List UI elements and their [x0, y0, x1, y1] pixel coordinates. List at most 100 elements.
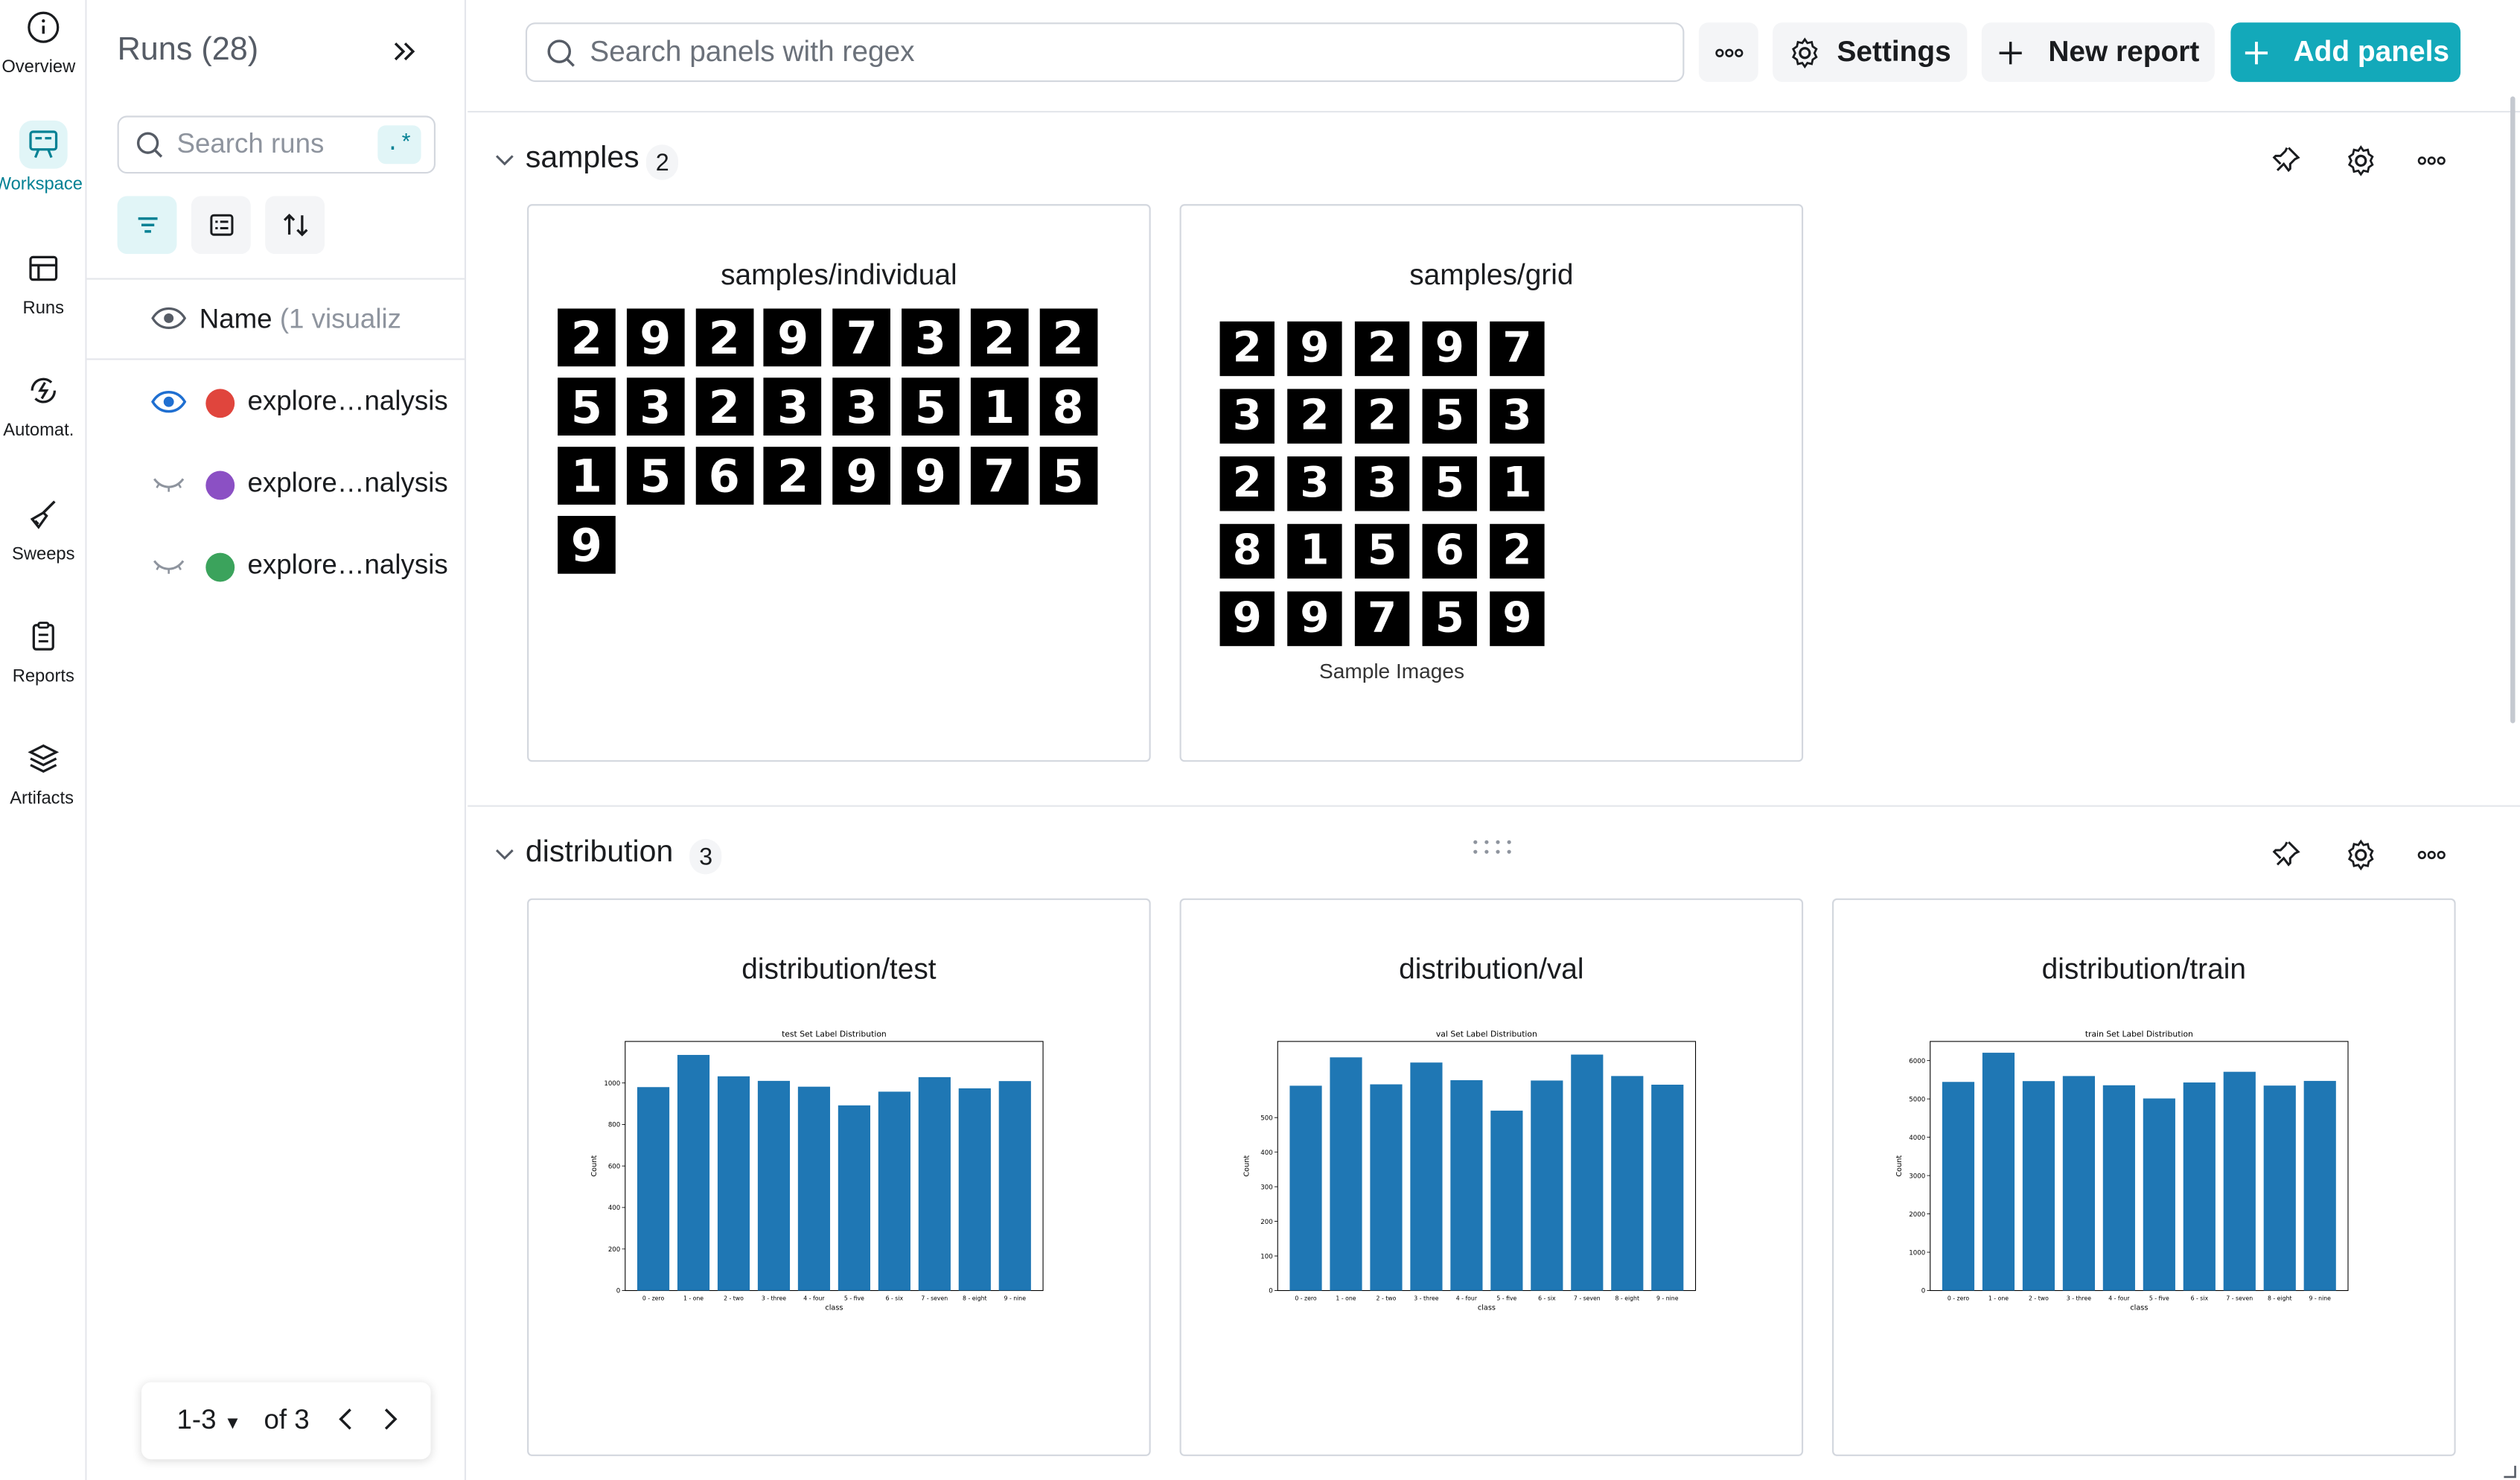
bar [2143, 1098, 2175, 1291]
eye-closed-icon[interactable] [151, 553, 186, 587]
y-tick-label: 800 [608, 1122, 620, 1129]
x-tick-label: 8 - eight [1615, 1295, 1640, 1301]
pin-section-button[interactable] [2268, 143, 2303, 178]
gear-icon [1791, 36, 1818, 68]
bar [637, 1087, 670, 1291]
nav-runs[interactable]: Runs [0, 244, 87, 318]
y-tick-label: 200 [608, 1246, 620, 1254]
bar [717, 1076, 750, 1291]
columns-button[interactable] [191, 196, 251, 255]
panel-distribution-val[interactable]: distribution/val val Set Label Distribut… [1179, 898, 1804, 1456]
new-report-button[interactable]: New report [1981, 22, 2215, 83]
runs-sidebar: Runs (28) .* Name (1 visualiz [86, 0, 467, 1480]
run-name[interactable]: explore…nalysis [247, 386, 447, 418]
page-range-select[interactable]: 1-3 ▼ [176, 1405, 241, 1437]
run-row[interactable]: explore…nalysis [87, 527, 466, 607]
digit-image: 5 [1039, 447, 1097, 505]
search-panels-field[interactable] [525, 22, 1685, 83]
nav-automations[interactable]: Automat. [0, 366, 87, 441]
regex-toggle-button[interactable]: .* [377, 125, 421, 165]
caret-down-icon: ▼ [223, 1414, 242, 1434]
nav-sweeps[interactable]: Sweeps [0, 490, 87, 564]
collapse-section-button[interactable] [494, 150, 516, 180]
name-column-header[interactable]: Name (1 visualiz [200, 304, 409, 336]
drag-handle-icon[interactable] [1470, 839, 1519, 855]
table-icon [19, 244, 68, 293]
sort-icon [282, 213, 307, 237]
search-runs-field[interactable]: .* [117, 115, 436, 174]
y-tick-label: 5000 [1909, 1096, 1925, 1103]
filter-icon [137, 217, 157, 233]
nav-workspace[interactable]: Workspace [0, 120, 87, 194]
nav-overview[interactable]: Overview [0, 3, 87, 77]
bar [958, 1088, 991, 1291]
nav-artifacts[interactable]: Artifacts [0, 735, 87, 808]
eye-icon[interactable] [151, 305, 187, 339]
y-tick-label: 200 [1260, 1219, 1272, 1226]
collapse-section-button[interactable] [494, 843, 516, 874]
bar-chart: train Set Label Distribution 0 1000 2000 300… [1895, 1029, 2349, 1312]
run-name[interactable]: explore…nalysis [247, 549, 447, 581]
y-tick-label: 1000 [1909, 1249, 1925, 1257]
section-more-button[interactable] [2414, 143, 2449, 178]
y-tick-label: 2000 [1909, 1211, 1925, 1219]
workspace-main: Settings New report Add panels samples 2 [468, 0, 2520, 1480]
eye-closed-icon[interactable] [151, 471, 186, 505]
sort-button[interactable] [265, 196, 325, 255]
y-tick-label: 0 [1921, 1288, 1926, 1295]
nav-label: Automat. [3, 421, 74, 441]
bar [797, 1086, 831, 1291]
run-color-dot[interactable] [205, 471, 235, 500]
panel-title: samples/individual [721, 258, 957, 291]
section-settings-button[interactable] [2344, 838, 2379, 873]
resize-handle-icon[interactable] [2501, 1463, 2517, 1479]
section-title[interactable]: samples [526, 141, 639, 176]
y-tick-label: 1000 [604, 1080, 620, 1088]
columns-icon [209, 214, 233, 236]
panel-samples-individual[interactable]: samples/individual 292973225323351815629… [527, 204, 1151, 762]
bar [2102, 1085, 2135, 1291]
panel-distribution-test[interactable]: distribution/test test Set Label Distrib… [527, 898, 1151, 1456]
digit-image: 9 [626, 308, 685, 367]
workspace-toolbar: Settings New report Add panels [468, 0, 2520, 113]
search-panels-input[interactable] [590, 35, 1554, 69]
bar [1531, 1080, 1563, 1291]
section-title[interactable]: distribution [526, 836, 673, 871]
layers-icon [19, 735, 68, 783]
run-row[interactable]: explore…nalysis [87, 363, 466, 444]
search-runs-input[interactable] [176, 128, 370, 161]
bar [1942, 1082, 1975, 1291]
filter-button[interactable] [117, 196, 177, 255]
plus-icon [2245, 41, 2268, 64]
section-more-button[interactable] [2414, 838, 2449, 873]
run-name[interactable]: explore…nalysis [247, 468, 447, 500]
nav-reports[interactable]: Reports [0, 613, 87, 686]
section-settings-button[interactable] [2344, 143, 2379, 178]
run-color-dot[interactable] [205, 552, 235, 582]
more-options-button[interactable] [1698, 22, 1758, 83]
eye-open-icon[interactable] [151, 389, 187, 422]
info-icon [19, 3, 68, 51]
bar [757, 1080, 791, 1291]
y-axis-label: Count [590, 1155, 599, 1177]
digit-image: 3 [764, 377, 822, 436]
panel-samples-grid[interactable]: samples/grid 2929732253233518156299759 S… [1179, 204, 1804, 762]
digit-image: 3 [902, 308, 960, 367]
run-color-dot[interactable] [205, 389, 235, 418]
panel-distribution-train[interactable]: distribution/train train Set Label Distr… [1832, 898, 2456, 1456]
bar [1330, 1057, 1362, 1291]
add-panels-button[interactable]: Add panels [2230, 22, 2461, 83]
bar [1571, 1054, 1604, 1291]
next-page-button[interactable] [379, 1405, 401, 1442]
workspace-icon [19, 120, 68, 169]
pin-section-button[interactable] [2268, 838, 2303, 873]
run-row[interactable]: explore…nalysis [87, 445, 466, 526]
y-tick-label: 300 [1260, 1184, 1272, 1191]
x-axis-label: class [825, 1304, 843, 1312]
digit-image: 2 [970, 308, 1029, 367]
prev-page-button[interactable] [334, 1405, 357, 1442]
digit-image: 3 [1354, 456, 1410, 511]
chevron-left-icon [339, 1409, 351, 1430]
settings-button[interactable]: Settings [1773, 22, 1968, 83]
collapse-sidebar-button[interactable] [386, 32, 424, 71]
